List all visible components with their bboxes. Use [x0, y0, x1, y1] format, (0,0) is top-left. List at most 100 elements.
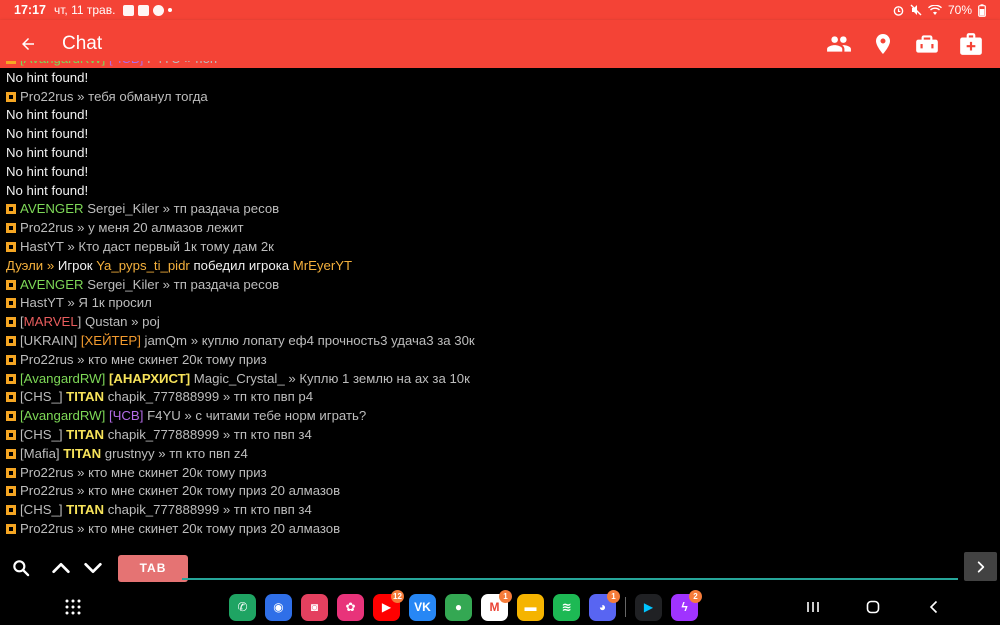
status-date: чт, 11 трав. — [53, 3, 116, 17]
chat-message: No hint found! — [6, 106, 1000, 125]
chat-message-segment: Pro22rus » тебя обманул тогда — [20, 88, 208, 104]
chat-message-segment: [CHS_] — [20, 426, 67, 442]
chat-message-segment: Pro22rus » кто мне скинет 20к тому приз … — [20, 520, 341, 536]
chat-channel-icon — [6, 354, 16, 365]
notification-badge: 2 — [689, 589, 702, 603]
nav-back-button[interactable] — [923, 596, 945, 618]
chat-message: No hint found! — [6, 125, 1000, 144]
messenger-notification-icon — [153, 4, 165, 16]
home-button[interactable] — [862, 596, 884, 618]
chat-message: Дуэли » Игрок Ya_pyps_ti_pidr победил иг… — [6, 257, 1000, 276]
search-icon — [13, 560, 30, 577]
chat-input[interactable] — [182, 554, 958, 580]
history-down-button[interactable] — [78, 553, 108, 583]
chat-message-segment: [ХЕЙТЕР] — [80, 332, 145, 348]
messenger-app-icon[interactable]: ϟ2 — [671, 589, 702, 621]
status-bar: 17:17 чт, 11 трав. 70% — [0, 0, 1000, 20]
arrow-back-icon — [22, 38, 34, 50]
youtube-app-icon[interactable]: ▶ 12 — [373, 589, 404, 621]
chat-message-segment: F4YU » с читами тебе норм играть? — [147, 408, 367, 424]
phone-glyph: ✆ — [237, 600, 248, 614]
vk-app-icon[interactable]: VK — [409, 593, 436, 621]
chat-message: Pro22rus » кто мне скинет 20к тому приз … — [6, 482, 1000, 501]
history-up-button[interactable] — [46, 553, 76, 583]
chat-message-segment: grustnyy » тп кто пвп z4 — [104, 445, 248, 461]
chat-message-segment: победил игрока — [193, 257, 293, 273]
chat-channel-icon — [6, 279, 16, 290]
app-dock: ✆ ◉ ◙ ✿ ▶ 12 VK ● M 1 ▬ ≋ ◕ 1 ▶ ϟ 2 — [229, 589, 702, 622]
chat-channel-icon — [6, 204, 16, 215]
home-icon — [866, 600, 880, 614]
nav-back-icon — [929, 600, 938, 614]
notification-badge: 1 — [607, 589, 620, 603]
chat-message: HastYT » Я 1к просил — [6, 294, 1000, 313]
chat-message-segment: [АНАРХИСТ] — [108, 370, 194, 386]
recents-button[interactable] — [802, 596, 824, 618]
chat-message: No hint found! — [6, 163, 1000, 182]
notification-badge: 12 — [391, 589, 404, 603]
chevron-down-icon — [84, 562, 102, 574]
chat-channel-icon — [6, 298, 16, 309]
files-app-icon[interactable]: ▬ — [517, 593, 544, 621]
chat-log[interactable]: [AvangardRW] [ЧСВ] F4YU » понNo hint fou… — [0, 61, 1000, 548]
spotify-app-icon[interactable]: ≋ — [553, 593, 580, 621]
game-notification-icon — [123, 4, 135, 16]
chat-message-segment: AVENGER — [20, 201, 88, 217]
gallery-app-icon[interactable]: ✿ — [337, 593, 364, 621]
people-icon — [827, 36, 851, 52]
battery-percent: 70% — [947, 3, 972, 17]
search-button[interactable] — [6, 553, 36, 583]
play-store-app-icon[interactable]: ▶ — [635, 593, 662, 621]
files-glyph: ▬ — [524, 600, 537, 614]
chat-message-segment: [ЧСВ] — [108, 408, 148, 424]
screen-recorder-app-icon[interactable]: ◙ — [301, 593, 328, 621]
chat-message-segment: chapik_777888999 » тп кто пвп р4 — [107, 389, 314, 405]
alarm-icon — [893, 5, 904, 16]
gallery-glyph: ✿ — [345, 600, 356, 614]
chat-message-segment: TITAN — [66, 502, 108, 518]
medkit-button[interactable] — [956, 29, 986, 59]
chat-channel-icon — [6, 505, 16, 516]
location-button[interactable] — [868, 29, 898, 59]
spotify-glyph: ≋ — [561, 600, 572, 614]
players-button[interactable] — [824, 29, 854, 59]
chat-channel-icon — [6, 411, 16, 422]
chat-message-segment: No hint found! — [6, 107, 89, 123]
chat-message-segment: HastYT » Я 1к просил — [20, 295, 152, 311]
messenger-glyph: ϟ — [681, 600, 688, 614]
chat-message: No hint found! — [6, 69, 1000, 88]
chat-message-segment: No hint found! — [6, 163, 89, 179]
chat-channel-icon — [6, 91, 16, 102]
chat-message: AVENGER Sergei_Kiler » тп раздача ресов — [6, 276, 1000, 295]
chat-message-segment: Pro22rus » кто мне скинет 20к тому приз … — [20, 483, 341, 499]
chat-message: [AvangardRW] [ЧСВ] F4YU » с читами тебе … — [6, 407, 1000, 426]
vk-glyph: VK — [414, 600, 431, 614]
chat-message-segment: [CHS_] — [20, 389, 67, 405]
chat-message: Pro22rus » у меня 20 алмазов лежит — [6, 219, 1000, 238]
chat-channel-icon — [6, 223, 16, 234]
chat-message-segment: Pro22rus » кто мне скинет 20к тому приз — [20, 464, 267, 480]
chat-message: HastYT » Кто даст первый 1к тому дам 2к — [6, 238, 1000, 257]
chat-message-segment: [Mafia] — [20, 445, 64, 461]
messages-app-icon[interactable]: ◉ — [265, 593, 292, 621]
chat-channel-icon — [6, 523, 16, 534]
phone-app-icon[interactable]: ✆ — [229, 593, 256, 621]
chat-message-segment: chapik_777888999 » тп кто пвп з4 — [107, 426, 312, 442]
chat-channel-icon — [6, 467, 16, 478]
send-button[interactable] — [964, 552, 997, 581]
maps-app-icon[interactable]: ● — [445, 593, 472, 621]
recents-icon — [807, 602, 819, 612]
toolbox-button[interactable] — [912, 29, 942, 59]
chat-message-segment: HastYT » Кто даст первый 1к тому дам 2к — [20, 238, 274, 254]
discord-app-icon[interactable]: ◕ 1 — [589, 589, 620, 621]
status-time: 17:17 — [14, 3, 46, 17]
chat-message-segment: [ЧСВ] — [109, 61, 147, 66]
gmail-app-icon[interactable]: M1 — [481, 589, 512, 621]
chat-message-segment: [AvangardRW] — [20, 61, 109, 66]
dock-separator — [625, 597, 626, 617]
tab-complete-button[interactable]: TAB — [118, 554, 188, 582]
chat-message-segment: [CHS_] — [20, 502, 67, 518]
notification-badge: 1 — [499, 589, 512, 603]
youtube-glyph: ▶ — [381, 600, 392, 614]
app-drawer-icon[interactable] — [64, 598, 82, 616]
